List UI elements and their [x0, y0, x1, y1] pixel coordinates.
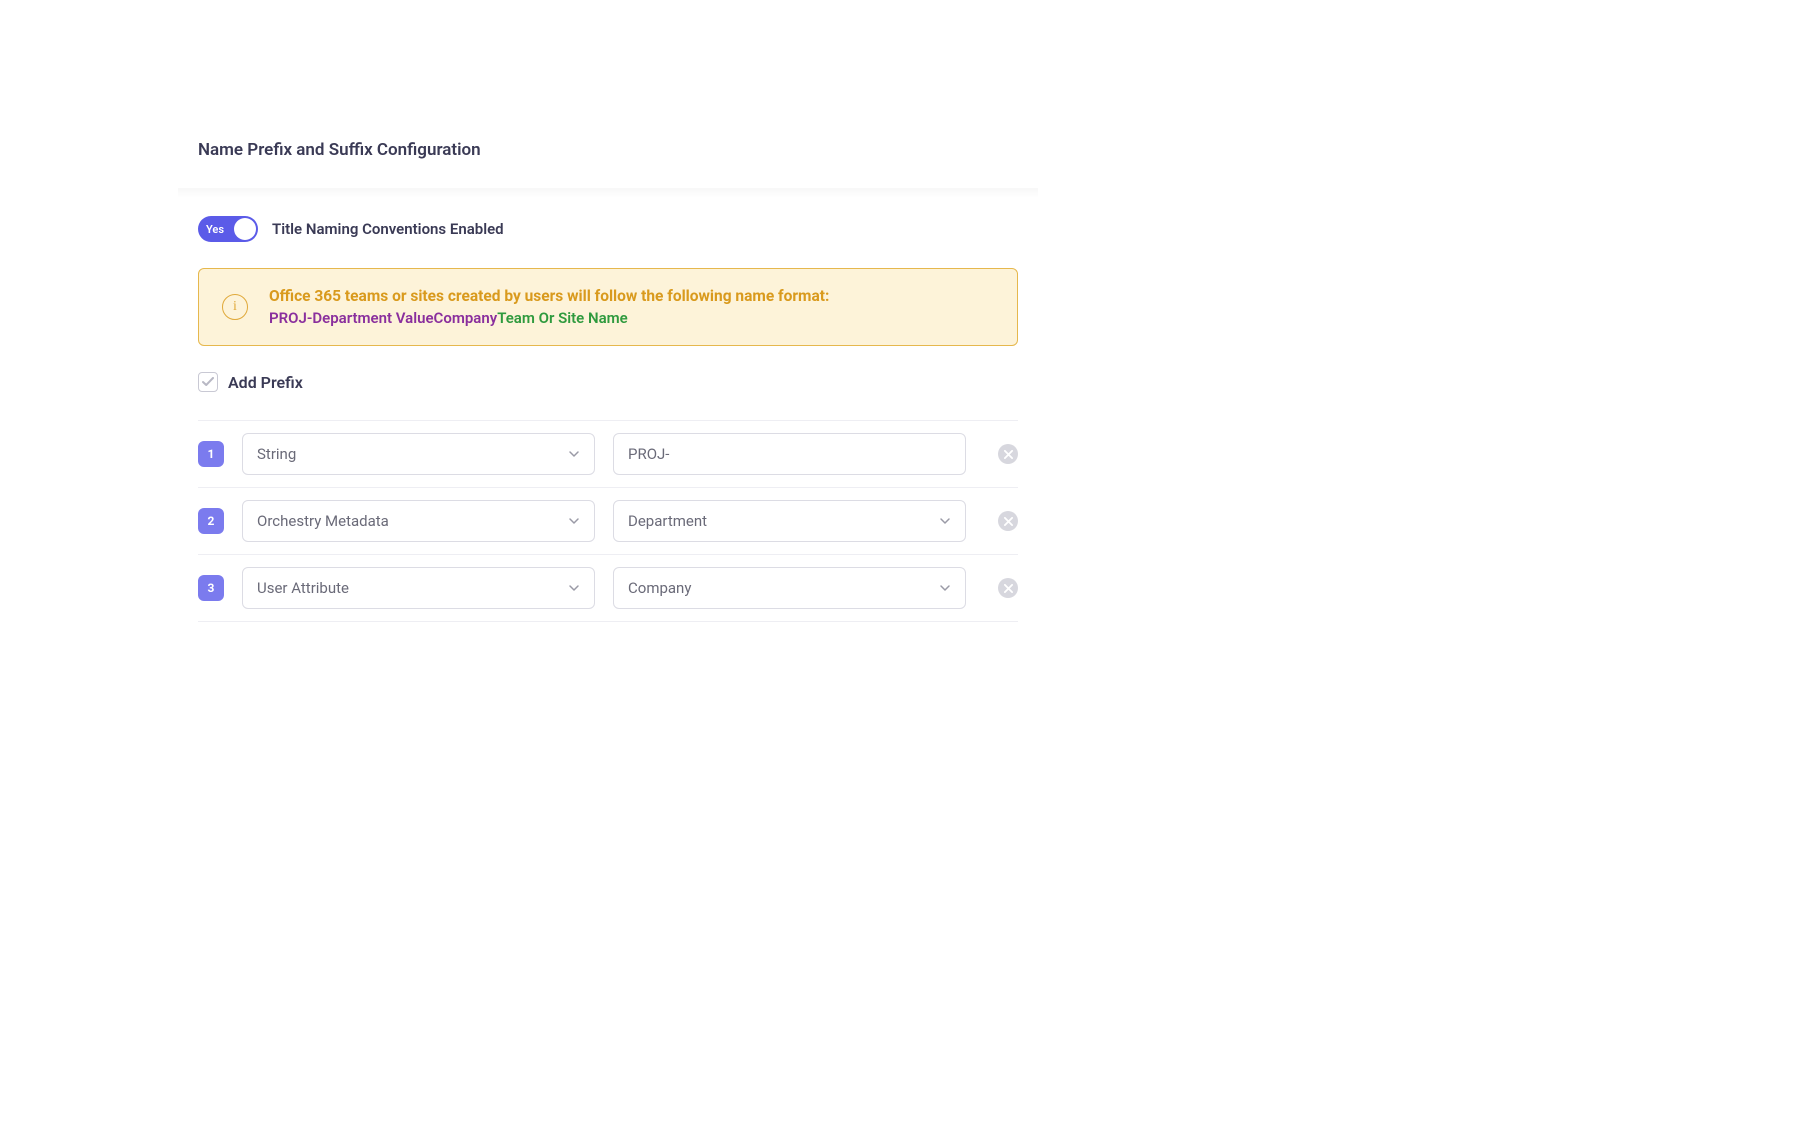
row-number-badge: 1: [198, 441, 224, 467]
section-divider: [178, 188, 1038, 198]
chevron-down-icon: [939, 582, 951, 594]
prefix-type-value: String: [257, 445, 568, 463]
info-icon: i: [222, 294, 248, 320]
prefix-rows: 1 String 2 Orchestry Metadata: [198, 420, 1018, 622]
chevron-down-icon: [568, 515, 580, 527]
chevron-down-icon: [568, 448, 580, 460]
remove-row-button[interactable]: [998, 511, 1018, 531]
add-prefix-row: Add Prefix: [198, 372, 1018, 392]
prefix-type-value: User Attribute: [257, 579, 568, 597]
section-title: Name Prefix and Suffix Configuration: [198, 140, 1018, 160]
prefix-value-text[interactable]: [628, 445, 951, 463]
row-number-badge: 3: [198, 575, 224, 601]
toggle-on-label: Yes: [206, 223, 224, 236]
chevron-down-icon: [939, 515, 951, 527]
close-icon: [1004, 584, 1013, 593]
prefix-row: 1 String: [198, 421, 1018, 488]
add-prefix-label: Add Prefix: [228, 373, 303, 392]
close-icon: [1004, 450, 1013, 459]
chevron-down-icon: [568, 582, 580, 594]
info-heading: Office 365 teams or sites created by use…: [269, 287, 995, 305]
add-prefix-checkbox[interactable]: [198, 372, 218, 392]
remove-row-button[interactable]: [998, 444, 1018, 464]
prefix-type-select[interactable]: User Attribute: [242, 567, 595, 609]
info-content: Office 365 teams or sites created by use…: [269, 287, 995, 327]
format-seg-teamsite: Team Or Site Name: [497, 309, 628, 327]
prefix-row: 3 User Attribute Company: [198, 555, 1018, 622]
toggle-knob: [234, 218, 256, 240]
prefix-value-text: Company: [628, 579, 939, 597]
toggle-caption: Title Naming Conventions Enabled: [272, 220, 504, 238]
info-icon-wrap: i: [221, 293, 249, 321]
info-banner: i Office 365 teams or sites created by u…: [198, 268, 1018, 346]
close-icon: [1004, 517, 1013, 526]
prefix-type-select[interactable]: Orchestry Metadata: [242, 500, 595, 542]
prefix-type-select[interactable]: String: [242, 433, 595, 475]
prefix-value-select[interactable]: Company: [613, 567, 966, 609]
format-seg-dept: Department Value: [312, 309, 433, 327]
info-format-preview: PROJ-Department ValueCompanyTeam Or Site…: [269, 309, 995, 327]
toggle-row: Yes Title Naming Conventions Enabled: [198, 216, 1018, 242]
prefix-type-value: Orchestry Metadata: [257, 512, 568, 530]
prefix-row: 2 Orchestry Metadata Department: [198, 488, 1018, 555]
naming-conventions-toggle[interactable]: Yes: [198, 216, 258, 242]
format-seg-proj: PROJ-: [269, 309, 312, 327]
remove-row-button[interactable]: [998, 578, 1018, 598]
row-number-badge: 2: [198, 508, 224, 534]
prefix-value-text: Department: [628, 512, 939, 530]
prefix-value-input[interactable]: [613, 433, 966, 475]
prefix-value-select[interactable]: Department: [613, 500, 966, 542]
check-icon: [202, 377, 214, 387]
format-seg-company: Company: [434, 309, 498, 327]
